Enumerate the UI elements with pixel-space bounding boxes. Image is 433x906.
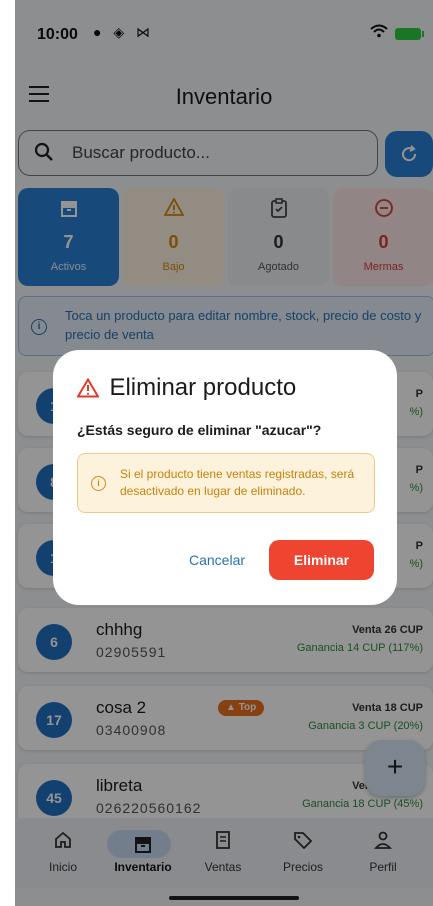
delete-dialog: Eliminar producto ¿Estás seguro de elimi… bbox=[53, 350, 397, 605]
notice-text: Si el producto tiene ventas registradas,… bbox=[120, 467, 355, 498]
delete-button[interactable]: Eliminar bbox=[269, 540, 374, 580]
dialog-title: Eliminar producto bbox=[109, 374, 297, 401]
dialog-header: Eliminar producto bbox=[76, 374, 297, 402]
cancel-button[interactable]: Cancelar bbox=[189, 552, 245, 568]
dialog-notice: i Si el producto tiene ventas registrada… bbox=[77, 453, 375, 513]
warning-icon bbox=[76, 377, 100, 398]
info-icon: i bbox=[91, 476, 106, 491]
dialog-question: ¿Estás seguro de eliminar "azucar"? bbox=[77, 422, 322, 438]
phone-screen: 10:00 ● ◈ ⋈ Inventario Buscar producto..… bbox=[15, 0, 433, 906]
